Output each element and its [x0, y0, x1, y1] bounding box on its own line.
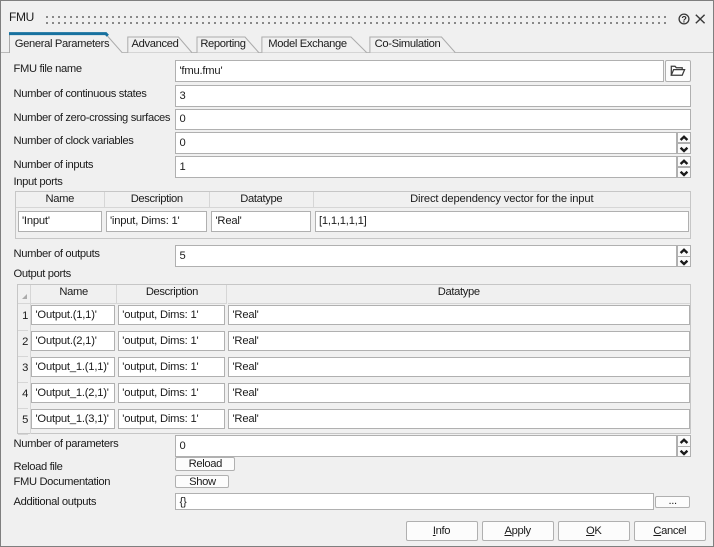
svg-text:?: ? [681, 14, 687, 24]
